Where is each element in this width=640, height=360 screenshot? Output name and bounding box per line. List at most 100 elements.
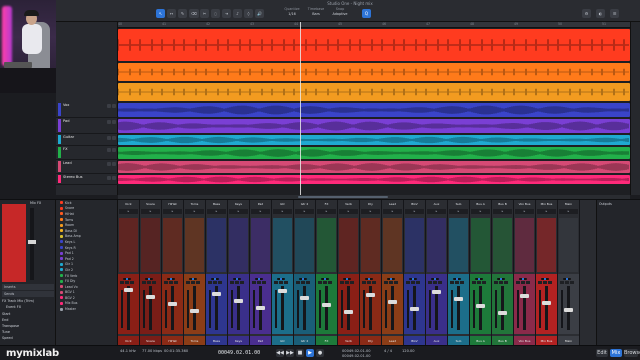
mute-button[interactable] <box>230 281 234 284</box>
fader-track[interactable] <box>127 286 130 330</box>
record-arm-button[interactable] <box>548 281 552 284</box>
channel-strip[interactable]: Bus B ▸ Bus B <box>492 200 514 346</box>
record-arm-button[interactable] <box>438 281 442 284</box>
browse-view-button[interactable]: Browse <box>624 349 640 357</box>
strip-buttons[interactable] <box>384 281 398 284</box>
strip-buttons[interactable] <box>406 281 420 284</box>
fader-cap[interactable] <box>300 296 309 300</box>
solo-button[interactable] <box>112 176 116 180</box>
fader-cap[interactable] <box>124 288 133 292</box>
fader-cap[interactable] <box>520 294 529 298</box>
tempo-display[interactable]: 120.00 <box>402 349 415 353</box>
record-arm-button[interactable] <box>306 281 310 284</box>
mute-button[interactable] <box>208 281 212 284</box>
fader-cap[interactable] <box>212 292 221 296</box>
strip-buttons[interactable] <box>296 281 310 284</box>
inserts-slot[interactable]: ▸ <box>537 209 556 214</box>
fader-cap[interactable] <box>168 302 177 306</box>
fader-track[interactable] <box>391 286 394 330</box>
track-lane[interactable] <box>118 28 630 62</box>
mute-button[interactable] <box>107 136 111 140</box>
inserts-slot[interactable]: ▸ <box>317 209 336 214</box>
record-arm-button[interactable] <box>460 281 464 284</box>
fader-cap[interactable] <box>432 290 441 294</box>
channel-strip[interactable]: Vox Bus ▸ Vox Bus <box>514 200 536 346</box>
fader-track[interactable] <box>237 286 240 330</box>
inserts-slot[interactable]: ▸ <box>471 209 490 214</box>
channel-strip[interactable]: Pad ▸ Pad <box>250 200 272 346</box>
solo-button[interactable] <box>112 104 116 108</box>
track-lane[interactable] <box>118 102 630 118</box>
fader-cap[interactable] <box>146 295 155 299</box>
solo-button[interactable] <box>112 136 116 140</box>
mute-button[interactable] <box>340 281 344 284</box>
fader-track[interactable] <box>523 286 526 330</box>
mute-button[interactable] <box>428 281 432 284</box>
fader-track[interactable] <box>325 286 328 330</box>
record-arm-button[interactable] <box>152 281 156 284</box>
channel-strip[interactable]: Bass ▸ Bass <box>206 200 228 346</box>
inserts-slot[interactable]: ▸ <box>361 209 380 214</box>
tool-button[interactable]: ♪ <box>233 9 242 18</box>
solo-button[interactable] <box>411 281 415 284</box>
fader-cap[interactable] <box>278 289 287 293</box>
pan-control[interactable] <box>475 278 483 280</box>
track-header[interactable]: Guitar <box>56 134 118 146</box>
strip-buttons[interactable] <box>560 281 574 284</box>
mute-button[interactable] <box>107 148 111 152</box>
channel-strip[interactable]: Kick ▸ Kick <box>118 200 140 346</box>
pan-control[interactable] <box>123 278 131 280</box>
inspector-param[interactable]: Transpose <box>2 324 19 328</box>
solo-button[interactable] <box>257 281 261 284</box>
record-arm-button[interactable] <box>174 281 178 284</box>
pan-control[interactable] <box>299 278 307 280</box>
fader-track[interactable] <box>545 286 548 330</box>
mute-button[interactable] <box>274 281 278 284</box>
strip-buttons[interactable] <box>318 281 332 284</box>
mute-button[interactable] <box>142 281 146 284</box>
inserts-slot[interactable]: ▸ <box>383 209 402 214</box>
channel-strip[interactable]: Main ▸ Main <box>558 200 580 346</box>
strip-buttons[interactable] <box>230 281 244 284</box>
inserts-slot[interactable]: ▸ <box>427 209 446 214</box>
tool-button[interactable]: ✂ <box>200 9 209 18</box>
solo-button[interactable] <box>499 281 503 284</box>
record-arm-button[interactable] <box>196 281 200 284</box>
inserts-slot[interactable]: ▸ <box>449 209 468 214</box>
channel-strip[interactable]: Gtr 2 ▸ Gtr 2 <box>294 200 316 346</box>
inserts-slot[interactable]: ▸ <box>273 209 292 214</box>
solo-button[interactable] <box>367 281 371 284</box>
pan-control[interactable] <box>453 278 461 280</box>
inserts-slot[interactable]: ▸ <box>207 209 226 214</box>
audio-event[interactable] <box>118 83 630 101</box>
edit-view-button[interactable]: Edit <box>596 349 608 357</box>
meter-display[interactable]: 4 / 4 <box>384 349 392 353</box>
strip-buttons[interactable] <box>472 281 486 284</box>
solo-button[interactable] <box>112 162 116 166</box>
fader-track[interactable] <box>303 286 306 330</box>
inserts-slot[interactable]: ▸ <box>185 209 204 214</box>
pan-control[interactable] <box>409 278 417 280</box>
toolbar-value[interactable]: Adaptive <box>330 12 350 16</box>
pan-control[interactable] <box>343 278 351 280</box>
mute-button[interactable] <box>516 281 520 284</box>
solo-button[interactable] <box>213 281 217 284</box>
track-lane[interactable] <box>118 160 630 174</box>
track-buttons[interactable] <box>107 162 116 166</box>
toolbar-right-button[interactable]: ⚙ <box>582 9 591 18</box>
channel-strip[interactable]: Aux ▸ Aux <box>426 200 448 346</box>
channel-strip[interactable]: HiHat ▸ HiHat <box>162 200 184 346</box>
fader-cap[interactable] <box>498 311 507 315</box>
toolbar-right-button[interactable]: ☰ <box>610 9 619 18</box>
record-arm-button[interactable] <box>482 281 486 284</box>
strip-buttons[interactable] <box>494 281 508 284</box>
solo-button[interactable] <box>112 120 116 124</box>
audio-event[interactable] <box>118 161 630 173</box>
solo-button[interactable] <box>323 281 327 284</box>
channel-strip[interactable]: Snare ▸ Snare <box>140 200 162 346</box>
strip-buttons[interactable] <box>164 281 178 284</box>
fader-cap[interactable] <box>234 299 243 303</box>
record-arm-button[interactable] <box>240 281 244 284</box>
inspector-row-inserts[interactable]: Inserts <box>2 284 54 290</box>
forward-button[interactable]: ▶▶ <box>286 349 294 357</box>
